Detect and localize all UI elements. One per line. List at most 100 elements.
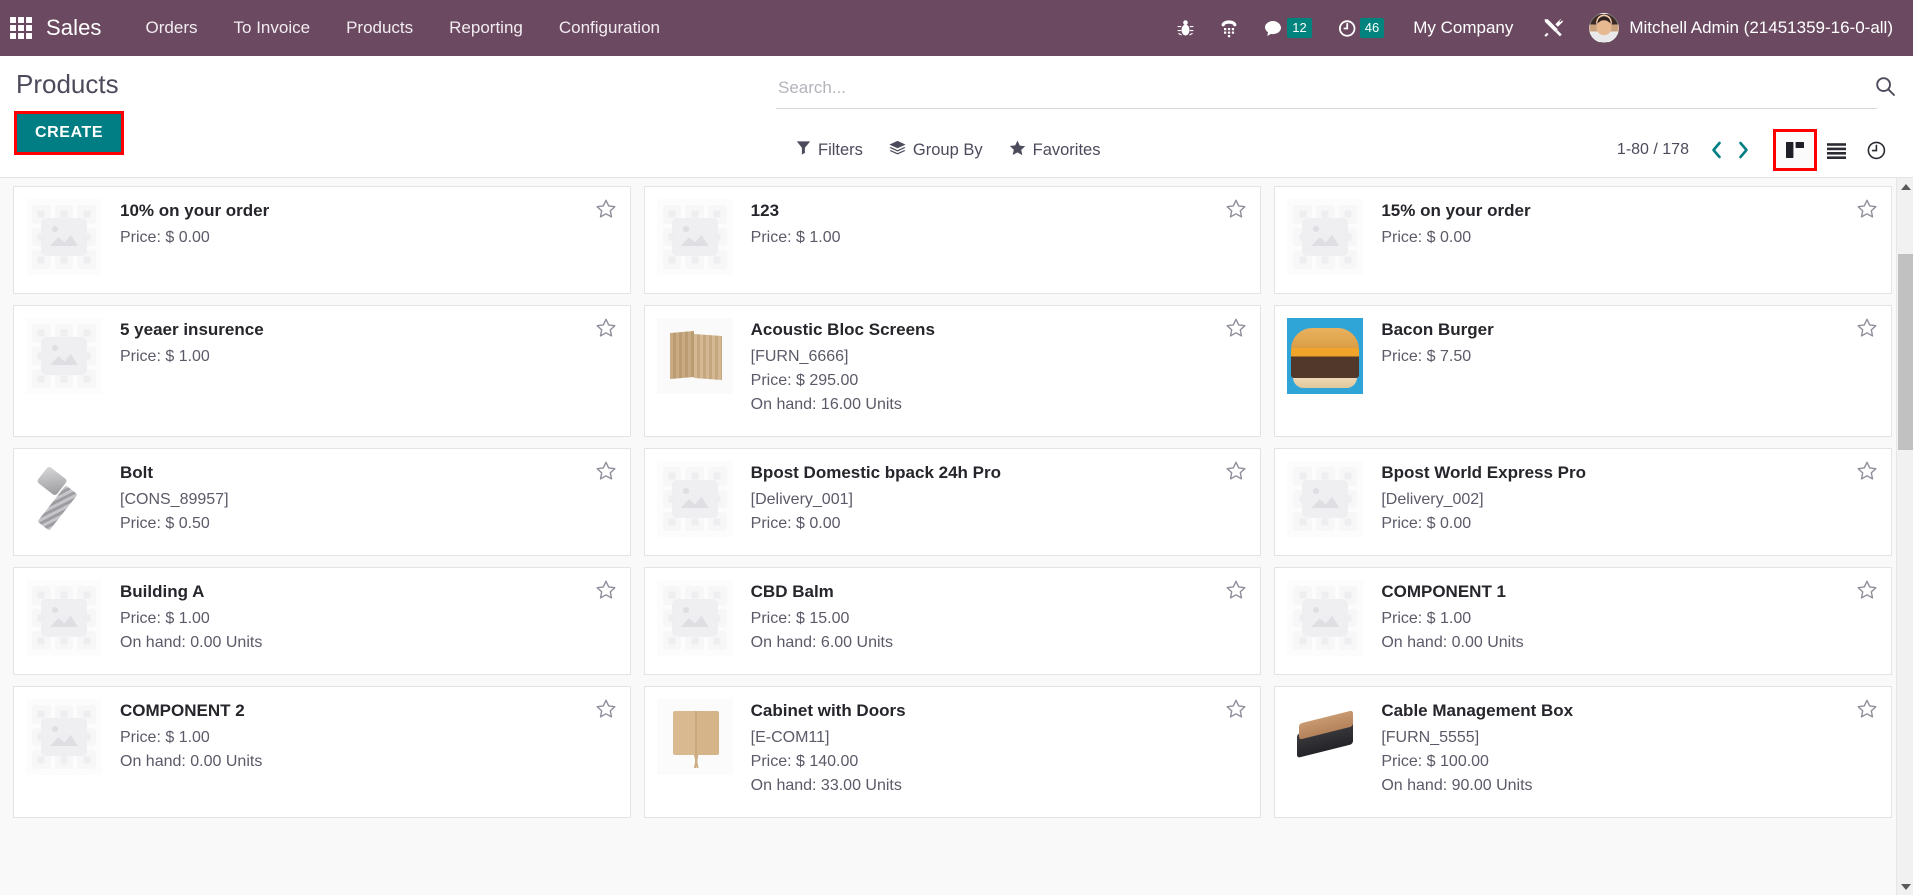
- filters-button[interactable]: Filters: [796, 140, 863, 160]
- nav-item-products[interactable]: Products: [328, 0, 431, 56]
- kanban-card[interactable]: Bolt [CONS_89957] Price: $ 0.50: [13, 448, 631, 556]
- favorite-star-icon[interactable]: [1857, 318, 1877, 337]
- product-image: [26, 461, 102, 537]
- dialpad-phone-icon[interactable]: [1207, 0, 1251, 56]
- product-onhand: On hand: 0.00 Units: [120, 634, 263, 652]
- product-price: Price: $ 0.00: [1381, 229, 1472, 247]
- scroll-down-arrow-icon[interactable]: [1897, 878, 1913, 895]
- bug-icon[interactable]: [1164, 0, 1207, 56]
- vertical-scrollbar[interactable]: [1896, 178, 1913, 895]
- list-view-icon[interactable]: [1817, 131, 1857, 169]
- product-price: Price: $ 7.50: [1381, 348, 1472, 366]
- scroll-up-arrow-icon[interactable]: [1897, 178, 1913, 195]
- product-reference: [FURN_5555]: [1381, 729, 1480, 747]
- product-price: Price: $ 140.00: [750, 753, 859, 771]
- kanban-card[interactable]: Cable Management Box [FURN_5555] Price: …: [1274, 686, 1892, 818]
- kanban-card[interactable]: Bpost Domestic bpack 24h Pro [Delivery_0…: [643, 448, 1262, 556]
- kanban-card[interactable]: 15% on your order Price: $ 0.00: [1274, 186, 1892, 294]
- favorite-star-icon[interactable]: [596, 699, 616, 718]
- kanban-card[interactable]: COMPONENT 2 Price: $ 1.00 On hand: 0.00 …: [13, 686, 631, 818]
- filters-label: Filters: [818, 140, 863, 159]
- user-menu[interactable]: Mitchell Admin (21451359-16-0-all): [1577, 13, 1899, 43]
- kanban-card[interactable]: Bacon Burger Price: $ 7.50: [1274, 305, 1892, 437]
- kanban-card[interactable]: Acoustic Bloc Screens [FURN_6666] Price:…: [643, 305, 1262, 437]
- search-input[interactable]: [776, 74, 1877, 104]
- pager-previous-button[interactable]: [1703, 140, 1730, 160]
- product-name: 5 yeaer insurence: [120, 320, 264, 339]
- product-reference: [Delivery_001]: [750, 491, 853, 509]
- control-panel-right: Filters Group By: [774, 68, 1899, 171]
- favorite-star-icon[interactable]: [1857, 580, 1877, 599]
- product-image-placeholder: [1287, 199, 1364, 275]
- page-title: Products: [16, 69, 119, 99]
- kanban-card[interactable]: CBD Balm Price: $ 15.00 On hand: 6.00 Un…: [643, 567, 1262, 675]
- kanban-view-icon[interactable]: [1772, 129, 1817, 171]
- apps-grid-icon[interactable]: [10, 17, 32, 39]
- favorite-star-icon[interactable]: [596, 318, 616, 337]
- kanban-card[interactable]: Cabinet with Doors [E-COM11] Price: $ 14…: [643, 686, 1262, 818]
- kanban-card[interactable]: 10% on your order Price: $ 0.00: [13, 186, 631, 294]
- product-price: Price: $ 0.00: [120, 229, 210, 247]
- favorite-star-icon[interactable]: [1226, 199, 1246, 218]
- favorite-star-icon[interactable]: [596, 580, 616, 599]
- favorite-star-icon[interactable]: [1857, 199, 1877, 218]
- kanban-card[interactable]: Bpost World Express Pro [Delivery_002] P…: [1274, 448, 1892, 556]
- product-price: Price: $ 100.00: [1381, 753, 1489, 771]
- kanban-grid: 10% on your order Price: $ 0.00 123 Pric…: [13, 186, 1892, 818]
- product-name: Bacon Burger: [1381, 320, 1494, 339]
- favorite-star-icon[interactable]: [1857, 461, 1877, 480]
- product-image-placeholder: [1287, 461, 1364, 537]
- product-name: CBD Balm: [750, 582, 834, 601]
- pager-next-button[interactable]: [1730, 140, 1757, 160]
- product-price: Price: $ 1.00: [750, 229, 841, 247]
- product-name: COMPONENT 1: [1381, 582, 1507, 601]
- avatar: [1589, 13, 1620, 43]
- product-onhand: On hand: 90.00 Units: [1381, 777, 1533, 795]
- company-switcher[interactable]: My Company: [1397, 18, 1529, 38]
- favorite-star-icon[interactable]: [1857, 699, 1877, 718]
- product-name: Cable Management Box: [1381, 701, 1574, 720]
- favorites-button[interactable]: Favorites: [1009, 140, 1100, 161]
- nav-item-to-invoice[interactable]: To Invoice: [216, 0, 329, 56]
- search-icon[interactable]: [1875, 76, 1896, 102]
- scroll-thumb[interactable]: [1898, 254, 1913, 450]
- kanban-card[interactable]: 5 yeaer insurence Price: $ 1.00: [13, 305, 631, 437]
- pager-range[interactable]: 1-80 / 178: [1617, 141, 1689, 159]
- activity-view-icon[interactable]: [1857, 131, 1897, 169]
- favorite-star-icon[interactable]: [1226, 580, 1246, 599]
- favorite-star-icon[interactable]: [596, 199, 616, 218]
- kanban-card[interactable]: 123 Price: $ 1.00: [643, 186, 1262, 294]
- search-row: [776, 74, 1895, 109]
- app-brand-sales[interactable]: Sales: [46, 15, 102, 41]
- product-onhand: On hand: 0.00 Units: [120, 753, 263, 771]
- kanban-card[interactable]: COMPONENT 1 Price: $ 1.00 On hand: 0.00 …: [1274, 567, 1892, 675]
- product-image-placeholder: [1287, 580, 1364, 656]
- favorite-star-icon[interactable]: [1226, 461, 1246, 480]
- nav-item-reporting[interactable]: Reporting: [431, 0, 541, 56]
- kanban-card[interactable]: Building A Price: $ 1.00 On hand: 0.00 U…: [13, 567, 631, 675]
- filters-row: Filters Group By Favorites 1-80 / 178: [774, 129, 1899, 171]
- nav-item-orders[interactable]: Orders: [128, 0, 216, 56]
- product-name: Acoustic Bloc Screens: [750, 320, 935, 339]
- product-image-placeholder: [26, 580, 102, 656]
- product-image-placeholder: [656, 199, 733, 275]
- messages-icon[interactable]: 12: [1251, 0, 1324, 56]
- favorite-star-icon[interactable]: [596, 461, 616, 480]
- favorite-star-icon[interactable]: [1226, 318, 1246, 337]
- product-image-placeholder: [26, 199, 102, 275]
- product-name: Bpost Domestic bpack 24h Pro: [750, 463, 1001, 482]
- group-by-button[interactable]: Group By: [889, 140, 983, 161]
- activity-clock-icon[interactable]: 46: [1325, 0, 1397, 56]
- favorite-star-icon[interactable]: [1226, 699, 1246, 718]
- star-icon: [1009, 140, 1026, 161]
- tools-wrench-icon[interactable]: [1529, 0, 1577, 56]
- product-reference: [E-COM11]: [750, 729, 830, 747]
- view-switcher: [1772, 129, 1897, 171]
- create-button[interactable]: CREATE: [17, 113, 122, 152]
- product-name: Cabinet with Doors: [750, 701, 906, 720]
- kanban-scroll-container: 10% on your order Price: $ 0.00 123 Pric…: [0, 178, 1896, 895]
- product-image-placeholder: [656, 580, 733, 656]
- product-price: Price: $ 0.50: [120, 515, 210, 533]
- nav-item-configuration[interactable]: Configuration: [541, 0, 678, 56]
- product-onhand: On hand: 33.00 Units: [750, 777, 902, 795]
